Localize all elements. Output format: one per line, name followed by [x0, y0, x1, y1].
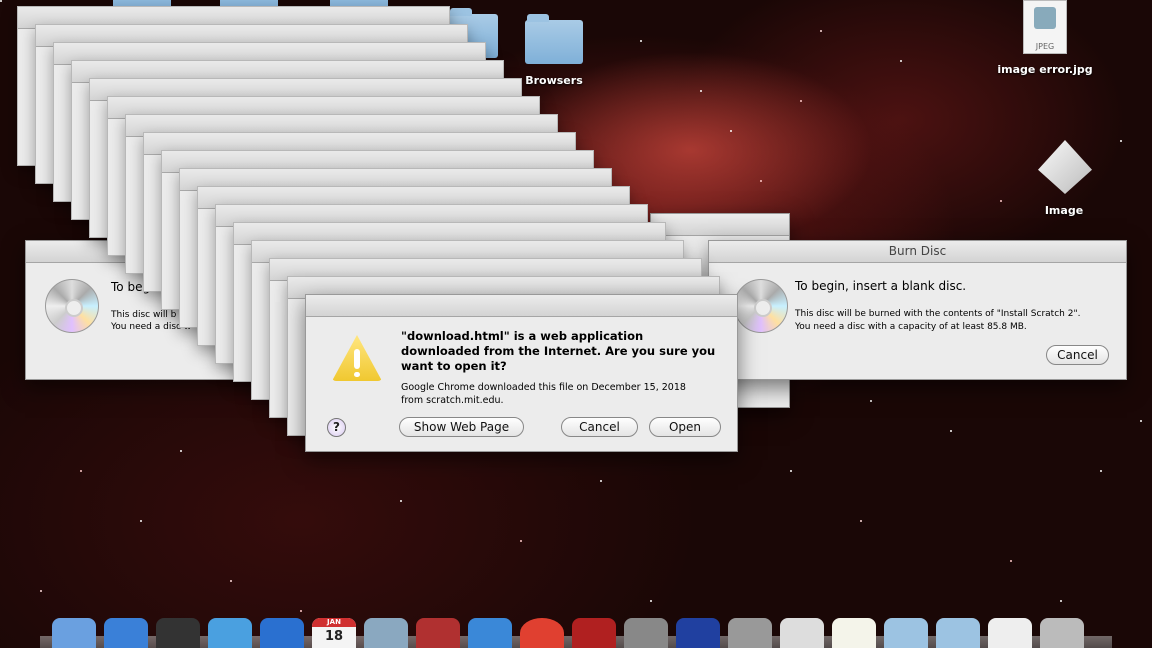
dock-item-finder[interactable] [52, 618, 96, 648]
heading: To begin, insert a blank disc. [795, 279, 967, 293]
dock-item-facetime[interactable] [260, 618, 304, 648]
disc-icon [45, 279, 99, 333]
open-confirmation-dialog: "download.html" is a web application dow… [305, 294, 738, 452]
dock-item-itunes[interactable] [468, 618, 512, 648]
dock-item-textedit[interactable] [832, 618, 876, 648]
calendar-month: JAN [312, 618, 356, 627]
dock-item-iphoto[interactable] [364, 618, 408, 648]
cancel-button[interactable]: Cancel [561, 417, 638, 437]
automator-icon[interactable] [1038, 140, 1092, 194]
show-web-page-button[interactable]: Show Web Page [399, 417, 524, 437]
calendar-day: 18 [324, 629, 344, 644]
jpeg-file-icon[interactable]: JPEG [1023, 0, 1067, 54]
dock: JAN 18 [40, 618, 1112, 648]
alert-body: from scratch.mit.edu. [401, 395, 504, 406]
wallpaper-stars [0, 0, 2, 2]
dock-item-applications[interactable] [884, 618, 928, 648]
body-line: This disc will be burned with the conten… [795, 309, 1081, 319]
dock-item-dictionary[interactable] [416, 618, 460, 648]
alert-body: Google Chrome downloaded this file on De… [401, 382, 686, 393]
dock-item-system-preferences[interactable] [728, 618, 772, 648]
dock-item-time-machine[interactable] [624, 618, 668, 648]
help-button[interactable]: ? [327, 418, 346, 437]
jpeg-badge: JPEG [1035, 42, 1055, 51]
warning-icon [332, 335, 382, 381]
image-label[interactable]: Image [1004, 204, 1124, 217]
dock-item-script-editor[interactable] [780, 618, 824, 648]
dock-item-dashboard[interactable] [156, 618, 200, 648]
alert-heading: "download.html" is a web application dow… [401, 329, 716, 373]
dock-item-trash[interactable] [1040, 618, 1084, 648]
disc-icon [734, 279, 788, 333]
dock-item-downloads[interactable] [988, 618, 1032, 648]
dock-item-app-store[interactable] [104, 618, 148, 648]
dock-item-documents[interactable] [936, 618, 980, 648]
image-error-label[interactable]: image error.jpg [985, 63, 1105, 76]
body: This disc will b [111, 310, 177, 320]
dock-item-calendar[interactable]: JAN 18 [312, 618, 356, 648]
dock-item-safari[interactable] [208, 618, 252, 648]
dock-item-photo-booth[interactable] [572, 618, 616, 648]
browsers-folder-icon[interactable] [525, 14, 583, 64]
dock-item-chrome[interactable] [520, 618, 564, 648]
open-button[interactable]: Open [649, 417, 721, 437]
cancel-button[interactable]: Cancel [1046, 345, 1109, 365]
body-line: You need a disc with a capacity of at le… [795, 322, 1027, 332]
dock-item-audacity[interactable] [676, 618, 720, 648]
window-title: Burn Disc [709, 241, 1126, 263]
burn-disc-window: Burn Disc To begin, insert a blank disc.… [708, 240, 1127, 380]
